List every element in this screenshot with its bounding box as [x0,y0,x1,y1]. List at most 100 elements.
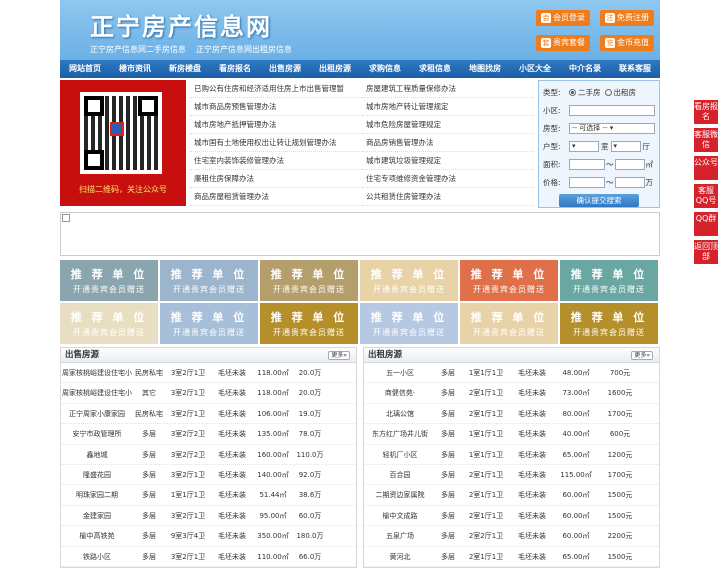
table-row[interactable]: 鑫地城 多层 3室2厅2卫 毛坯未装 160.00㎡ 110.0万 [61,445,356,465]
table-cell: 多层 [142,552,156,561]
ad-slot[interactable]: 推 荐 单 位开通贵宾会员赠送 [560,303,658,344]
nav-item[interactable]: 地图找房 [460,60,510,78]
ad-subtitle: 开通贵宾会员赠送 [373,328,445,337]
policy-link[interactable]: 城市房地产抵押管理办法 [190,116,362,134]
ad-slot[interactable]: 推 荐 单 位开通贵宾会员赠送 [160,303,258,344]
ad-slot[interactable]: 推 荐 单 位开通贵宾会员赠送 [460,260,558,301]
table-cell: 毛坯未装 [518,470,546,479]
policy-link[interactable]: 已购公有住房和经济适用住房上市出售管理暂 [190,80,362,98]
sidebar-float-item[interactable]: 客服QQ号 [694,184,718,208]
table-row[interactable]: 北璃公馆 多层 2室1厅1卫 毛坯未装 80.00㎡ 1700元 [364,404,659,425]
nav-item[interactable]: 小区大全 [510,60,560,78]
qr-code-image [80,92,162,174]
nav-item[interactable]: 出售房源 [260,60,310,78]
recharge-button[interactable]: 充金币充值 [600,35,654,51]
table-row[interactable]: 隆盛花园 多层 3室2厅1卫 毛坯未装 140.00㎡ 92.0万 [61,465,356,486]
area-min-input[interactable] [569,158,605,170]
banner-image[interactable] [60,212,660,256]
login-button[interactable]: 会会员登录 [536,10,590,26]
vip-package-button[interactable]: 套贵宾套餐 [536,35,590,51]
sale-more-link[interactable]: 更多» [328,351,350,360]
nav-item[interactable]: 看房报名 [210,60,260,78]
table-cell: 周家核桃峪建设住宅小 [62,389,132,398]
ad-slot[interactable]: 推 荐 单 位开通贵宾会员赠送 [160,260,258,301]
table-row[interactable]: 五一小区 多层 1室1厅1卫 毛坯未装 48.00㎡ 700元 [364,363,659,384]
sidebar-float-item[interactable]: 看房报名 [694,100,718,124]
fangxing-select[interactable]: -- 可选择 -- ▾ [569,122,655,134]
table-row[interactable]: 黄河北 多层 2室1厅1卫 毛坯未装 65.00㎡ 1500元 [364,547,659,567]
nav-item[interactable]: 新房楼盘 [160,60,210,78]
room-select[interactable]: ▾ [569,140,599,152]
ad-slot[interactable]: 推 荐 单 位开通贵宾会员赠送 [60,260,158,301]
table-row[interactable]: 金建家园 多层 3室2厅1卫 毛坯未装 95.00㎡ 60.0万 [61,506,356,527]
policy-link[interactable]: 城市危险房屋管理规定 [362,116,534,134]
table-cell: 106.00㎡ [257,409,289,418]
area-max-input[interactable] [614,158,645,170]
policy-link[interactable]: 住宅室内装饰装修管理办法 [190,152,362,170]
table-row[interactable]: 五泉广场 多层 2室2厅1卫 毛坯未装 60.00㎡ 2200元 [364,526,659,547]
table-row[interactable]: 榆中文成路 多层 2室1厅1卫 毛坯未装 60.00㎡ 1500元 [364,506,659,527]
radio-secondhand[interactable] [569,88,576,96]
table-cell: 多层 [441,470,455,479]
nav-item[interactable]: 网站首页 [60,60,110,78]
table-row[interactable]: 榆中高铁苑 多层 9室3厅4卫 毛坯未装 350.00㎡ 180.0万 [61,526,356,547]
sidebar-float-item[interactable]: QQ群 [694,212,718,236]
policy-link[interactable]: 城市国有土地使用权出让转让规划管理办法 [190,134,362,152]
hall-select[interactable]: ▾ [610,140,641,152]
policy-link[interactable]: 城市商品房预售管理办法 [190,98,362,116]
xiaoqu-input[interactable] [569,104,655,116]
table-cell: 73.00㎡ [562,389,590,398]
sidebar-float-item[interactable]: 客服微信 [694,128,718,152]
ad-slot[interactable]: 推 荐 单 位开通贵宾会员赠送 [260,260,358,301]
register-button[interactable]: 注免费注册 [600,10,654,26]
ad-slot[interactable]: 推 荐 单 位开通贵宾会员赠送 [360,303,458,344]
policy-link[interactable]: 房屋建筑工程质量保修办法 [362,80,534,98]
sidebar-float-item[interactable]: 公众号 [694,156,718,180]
table-row[interactable]: 正宁周家小康家园 民房私宅 3室2厅1卫 毛坯未装 106.00㎡ 19.0万 [61,404,356,425]
subtitle-link-sale[interactable]: 正宁房产信息网二手房信息 [90,45,186,54]
table-cell: 20.0万 [298,369,322,377]
nav-item[interactable]: 联系客服 [610,60,660,78]
table-row[interactable]: 东方红广场井儿街 多层 1室1厅1卫 毛坯未装 40.00㎡ 600元 [364,424,659,445]
page: 正宁房产信息网 正宁房产信息网二手房信息 正宁房产信息网出租房信息 会会员登录 注… [60,0,660,568]
price-min-input[interactable] [569,176,605,188]
table-row[interactable]: 百合园 多层 2室1厅1卫 毛坯未装 115.00㎡ 1700元 [364,465,659,486]
nav-item[interactable]: 求购信息 [360,60,410,78]
nav-item[interactable]: 楼市资讯 [110,60,160,78]
broken-image-icon [62,214,70,222]
policy-link[interactable]: 城市建筑垃圾管理规定 [362,152,534,170]
rent-more-link[interactable]: 更多» [631,351,653,360]
price-max-input[interactable] [614,176,645,188]
table-row[interactable]: 二期资边家属院 多层 2室1厅1卫 毛坯未装 60.00㎡ 1500元 [364,485,659,506]
site-logo[interactable]: 正宁房产信息网 [90,7,272,42]
policy-link[interactable]: 商品房销售管理办法 [362,134,534,152]
table-row[interactable]: 周家核桃峪建设住宅小 其它 3室2厅1卫 毛坯未装 118.00㎡ 20.0万 [61,383,356,404]
table-row[interactable]: 明珠家园二期 多层 1室1厅1卫 毛坯未装 51.44㎡ 38.6万 [61,485,356,506]
table-row[interactable]: 商健信苑· 多层 2室1厅1卫 毛坯未装 73.00㎡ 1600元 [364,383,659,404]
table-cell: 毛坯未装 [518,369,546,377]
ad-slot[interactable]: 推 荐 单 位开通贵宾会员赠送 [360,260,458,301]
policy-link[interactable]: 城市房地产转让管理规定 [362,98,534,116]
table-cell: 其它 [142,389,156,398]
sidebar-float-item[interactable]: 返回顶部 [694,240,718,264]
search-submit-button[interactable]: 确认提交搜索 [559,194,639,207]
nav-item[interactable]: 出租房源 [310,60,360,78]
table-row[interactable]: 安宁市政管理所 多层 3室2厅2卫 毛坯未装 135.00㎡ 78.0万 [61,424,356,445]
subtitle-link-rent[interactable]: 正宁房产信息网出租房信息 [196,45,292,54]
ad-slot[interactable]: 推 荐 单 位开通贵宾会员赠送 [60,303,158,344]
ad-slot[interactable]: 推 荐 单 位开通贵宾会员赠送 [260,303,358,344]
policy-link[interactable]: 廉租住房保障办法 [190,170,362,188]
ad-slot[interactable]: 推 荐 单 位开通贵宾会员赠送 [460,303,558,344]
nav-item[interactable]: 求租信息 [410,60,460,78]
table-row[interactable]: 周家核桃峪建设住宅小 民房私宅 3室2厅1卫 毛坯未装 118.00㎡ 20.0万 [61,363,356,384]
table-row[interactable]: 轻机厂小区 多层 1室1厅1卫 毛坯未装 65.00㎡ 1200元 [364,445,659,465]
policy-link[interactable]: 公共租赁住房管理办法 [362,188,534,206]
table-cell: 600元 [609,430,631,439]
ad-slot[interactable]: 推 荐 单 位开通贵宾会员赠送 [560,260,658,301]
radio-rent[interactable] [604,88,612,96]
ad-subtitle: 开通贵宾会员赠送 [73,328,145,337]
policy-link[interactable]: 住宅专项维修资金管理办法 [362,170,534,188]
table-row[interactable]: 铁路小区 多层 3室2厅1卫 毛坯未装 110.00㎡ 66.0万 [61,547,356,567]
nav-item[interactable]: 中介名录 [560,60,610,78]
policy-link[interactable]: 商品房屋租赁管理办法 [190,188,362,206]
